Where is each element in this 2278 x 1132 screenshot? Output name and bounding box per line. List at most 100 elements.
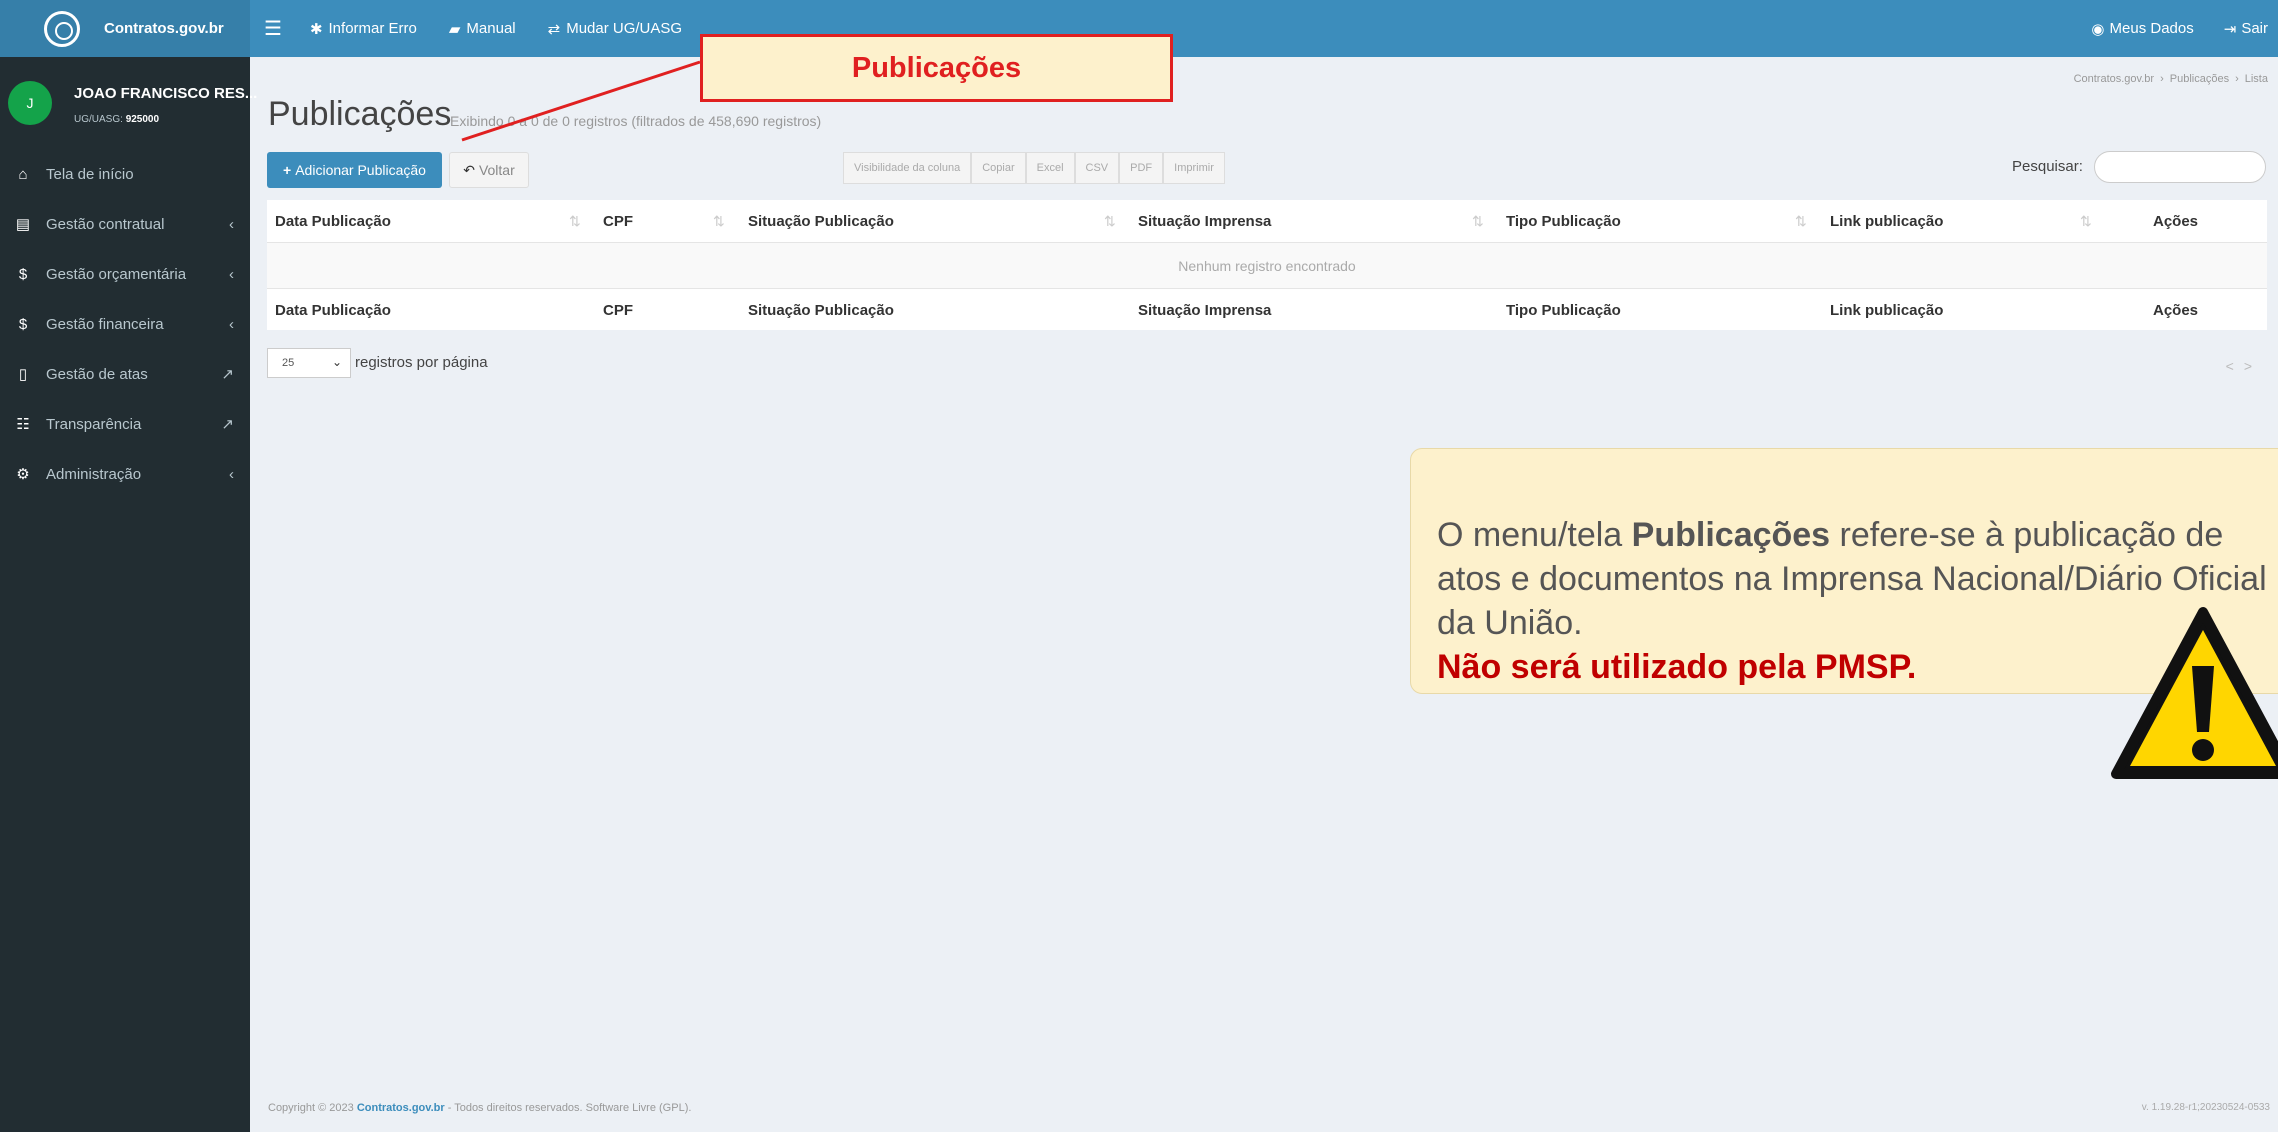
sidebar-item-contract-management[interactable]: ▤ Gestão contratual ‹ bbox=[0, 199, 250, 249]
column-header-publication-type[interactable]: Tipo Publicação bbox=[1506, 200, 1621, 242]
sidebar: J JOAO FRANCISCO RES... UG/UASG: 925000 … bbox=[0, 57, 257, 1132]
user-unit: UG/UASG: 925000 bbox=[74, 114, 159, 125]
chevron-left-icon: ‹ bbox=[229, 315, 234, 333]
column-header-publication-link[interactable]: Link publicação bbox=[1830, 200, 1943, 242]
logout-link[interactable]: ⇥ Sair bbox=[2224, 20, 2268, 38]
previous-page-button[interactable]: < bbox=[2226, 358, 2244, 374]
sidebar-item-label: Tela de início bbox=[46, 165, 134, 183]
sidebar-item-label: Transparência bbox=[46, 415, 142, 433]
back-button[interactable]: ↶ Voltar bbox=[449, 152, 529, 188]
annotation-title: Publicações bbox=[700, 34, 1173, 102]
copy-button[interactable]: Copiar bbox=[971, 152, 1026, 184]
user-unit-code: 925000 bbox=[125, 114, 160, 125]
logout-label: Sair bbox=[2241, 20, 2268, 37]
chevron-left-icon: ‹ bbox=[229, 465, 234, 483]
excel-button[interactable]: Excel bbox=[1025, 152, 1075, 184]
breadcrumb: Contratos.gov.br › Publicações › Lista bbox=[2073, 73, 2268, 85]
column-header-actions[interactable]: Ações bbox=[2153, 200, 2198, 242]
column-header-cpf[interactable]: CPF bbox=[603, 200, 633, 242]
sidebar-item-label: Gestão financeira bbox=[46, 315, 164, 333]
sort-icon[interactable]: ⇅ bbox=[1104, 200, 1116, 242]
sidebar-item-administration[interactable]: ⚙ Administração ‹ bbox=[0, 449, 250, 499]
brand[interactable]: Contratos.gov.br bbox=[0, 0, 250, 57]
pdf-button[interactable]: PDF bbox=[1119, 152, 1164, 184]
copyright-brand-link[interactable]: Contratos.gov.br bbox=[357, 1102, 445, 1114]
column-visibility-button[interactable]: Visibilidade da coluna bbox=[843, 152, 972, 184]
column-header-press-status[interactable]: Situação Imprensa bbox=[1138, 200, 1271, 242]
column-header-publication-status[interactable]: Situação Publicação bbox=[748, 200, 894, 242]
search-label: Pesquisar: bbox=[2012, 158, 2083, 175]
sidebar-item-budget-management[interactable]: $ Gestão orçamentária ‹ bbox=[0, 249, 250, 299]
file-icon: ▯ bbox=[18, 366, 28, 383]
sidebar-item-label: Administração bbox=[46, 465, 142, 483]
print-button[interactable]: Imprimir bbox=[1163, 152, 1225, 184]
sidebar-item-financial-management[interactable]: $ Gestão financeira ‹ bbox=[0, 299, 250, 349]
column-footer-publication-link: Link publicação bbox=[1830, 301, 1944, 319]
export-button-group: Visibilidade da coluna Copiar Excel CSV … bbox=[843, 152, 1225, 184]
footer-version: v. 1.19.28-r1;20230524-0533 bbox=[2141, 1102, 2270, 1113]
avatar: J bbox=[8, 81, 52, 125]
my-data-label: Meus Dados bbox=[2109, 20, 2194, 37]
cogs-icon: ⚙ bbox=[16, 466, 30, 483]
add-publication-button[interactable]: + Adicionar Publicação bbox=[267, 152, 442, 188]
sidebar-item-minutes-management[interactable]: ▯ Gestão de atas ↗ bbox=[0, 349, 250, 399]
chevron-down-icon: ⌄ bbox=[331, 355, 342, 369]
home-icon: ⌂ bbox=[18, 165, 28, 183]
sort-icon[interactable]: ⇅ bbox=[1795, 200, 1807, 242]
manual-label: Manual bbox=[466, 20, 516, 37]
manual-link[interactable]: ▰ Manual bbox=[449, 20, 516, 38]
exchange-icon: ⇄ bbox=[547, 20, 561, 38]
column-footer-actions: Ações bbox=[2153, 301, 2199, 319]
sort-icon[interactable]: ⇅ bbox=[713, 200, 725, 242]
column-footer-publication-date: Data Publicação bbox=[275, 301, 391, 319]
chevron-left-icon: ‹ bbox=[229, 265, 234, 283]
publications-table: Data Publicação ⇅ CPF ⇅ Situação Publica… bbox=[267, 200, 2267, 330]
sort-icon[interactable]: ⇅ bbox=[2080, 200, 2092, 242]
sort-icon[interactable]: ⇅ bbox=[1472, 200, 1484, 242]
copyright-suffix: - Todos direitos reservados. Software Li… bbox=[447, 1102, 692, 1114]
my-data-link[interactable]: ◉ Meus Dados bbox=[2091, 20, 2193, 38]
file-text-icon: ▤ bbox=[15, 216, 31, 233]
footer-copyright: Copyright © 2023 Contratos.gov.br - Todo… bbox=[268, 1102, 691, 1114]
breadcrumb-list: Lista bbox=[2244, 73, 2268, 85]
bug-icon: ✱ bbox=[309, 20, 323, 38]
sidebar-item-transparency[interactable]: ☷ Transparência ↗ bbox=[0, 399, 250, 449]
pagination: <> bbox=[2226, 358, 2262, 374]
top-nav-left: ☰ ✱ Informar Erro ▰ Manual ⇄ Mudar UG/UA… bbox=[264, 0, 714, 57]
user-circle-icon: ◉ bbox=[2091, 20, 2105, 38]
sort-icon[interactable]: ⇅ bbox=[569, 200, 581, 242]
dollar-icon: $ bbox=[18, 265, 28, 283]
breadcrumb-publications[interactable]: Publicações bbox=[2170, 73, 2229, 85]
back-label: Voltar bbox=[478, 162, 515, 178]
csv-button[interactable]: CSV bbox=[1074, 152, 1120, 184]
plus-icon: + bbox=[283, 162, 292, 178]
column-footer-press-status: Situação Imprensa bbox=[1138, 301, 1272, 319]
report-error-link[interactable]: ✱ Informar Erro bbox=[310, 20, 417, 38]
annotation-text-prefix: O menu/tela bbox=[1437, 516, 1623, 554]
sidebar-item-label: Gestão contratual bbox=[46, 215, 165, 233]
top-nav-right: ◉ Meus Dados ⇥ Sair bbox=[2061, 0, 2268, 57]
sidebar-item-label: Gestão orçamentária bbox=[46, 265, 187, 283]
table-footer-row: Data Publicação CPF Situação Publicação … bbox=[267, 288, 2267, 330]
book-icon: ▰ bbox=[448, 20, 461, 38]
report-error-label: Informar Erro bbox=[328, 20, 417, 37]
sidebar-item-home[interactable]: ⌂ Tela de início bbox=[0, 149, 250, 199]
change-unit-label: Mudar UG/UASG bbox=[566, 20, 683, 37]
column-header-publication-date[interactable]: Data Publicação bbox=[275, 200, 391, 242]
search-input[interactable] bbox=[2094, 151, 2266, 183]
breadcrumb-home[interactable]: Contratos.gov.br bbox=[2074, 73, 2155, 85]
bars-icon[interactable]: ☰ bbox=[264, 16, 282, 41]
page-size-select[interactable]: 25 ⌄ bbox=[267, 348, 351, 378]
sign-out-icon: ⇥ bbox=[2223, 20, 2237, 38]
page-subtitle: Exibindo 0 a 0 de 0 registros (filtrados… bbox=[450, 113, 822, 129]
column-footer-cpf: CPF bbox=[603, 301, 633, 319]
dollar-icon: $ bbox=[18, 315, 28, 333]
logo-icon bbox=[44, 10, 80, 47]
external-link-icon: ↗ bbox=[221, 366, 234, 383]
warning-triangle-icon bbox=[2111, 607, 2278, 779]
change-unit-link[interactable]: ⇄ Mudar UG/UASG bbox=[548, 20, 682, 38]
column-footer-publication-type: Tipo Publicação bbox=[1506, 301, 1621, 319]
brand-name: Contratos.gov.br bbox=[104, 20, 224, 37]
copyright-prefix: Copyright © 2023 bbox=[268, 1102, 354, 1114]
next-page-button[interactable]: > bbox=[2244, 358, 2262, 374]
